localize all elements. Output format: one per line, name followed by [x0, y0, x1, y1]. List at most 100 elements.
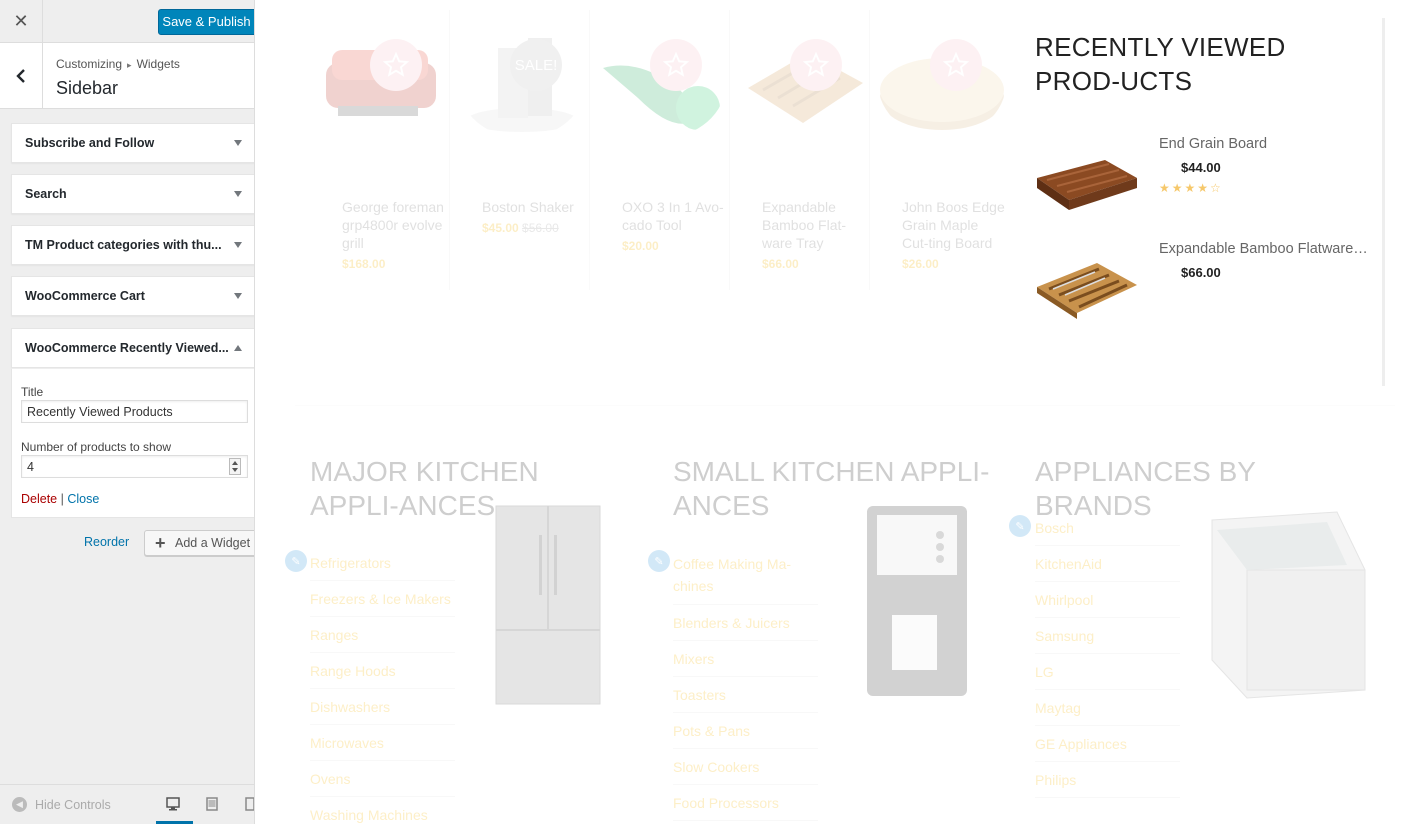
wishlist-star-icon[interactable] [370, 39, 422, 91]
arrow-down-icon[interactable] [234, 140, 242, 146]
category-link[interactable]: Mixers [673, 641, 818, 677]
category-link[interactable]: Refrigerators [310, 545, 455, 581]
number-stepper[interactable] [229, 458, 241, 475]
count-input[interactable] [21, 455, 248, 478]
widget-recently-viewed[interactable]: WooCommerce Recently Viewed... [11, 328, 254, 368]
category-link[interactable]: Microwaves [310, 725, 455, 761]
breadcrumb: Customizing ▸ Widgets [56, 57, 180, 71]
category-link[interactable]: Toasters [673, 677, 818, 713]
category-link[interactable]: LG [1035, 654, 1180, 690]
category-link[interactable]: KitchenAid [1035, 546, 1180, 582]
desktop-icon[interactable] [166, 797, 180, 811]
end-grain-board-image [1037, 160, 1137, 210]
category-link[interactable]: Maytag [1035, 690, 1180, 726]
category-link[interactable]: Slow Cookers [673, 749, 818, 785]
delete-link[interactable]: Delete [21, 492, 57, 506]
widget-title: Search [25, 187, 67, 201]
mobile-icon[interactable] [243, 797, 255, 811]
product-price: $66.00 [762, 257, 799, 271]
rv-product-price: $66.00 [1181, 265, 1221, 280]
wishlist-star-icon[interactable] [790, 39, 842, 91]
product-price: $20.00 [622, 239, 659, 253]
product-price: $168.00 [342, 257, 386, 271]
close-icon[interactable]: ✕ [0, 0, 43, 43]
category-link[interactable]: Blenders & Juicers [673, 605, 818, 641]
product-name[interactable]: OXO 3 In 1 Avo-cado Tool [622, 198, 727, 234]
widget-search[interactable]: Search [11, 174, 254, 214]
arrow-down-icon[interactable] [234, 242, 242, 248]
product-card[interactable]: George foreman grp4800r evolve grill $168… [310, 10, 450, 290]
edit-pencil-icon[interactable]: ✎ [648, 550, 670, 572]
product-name[interactable]: Expandable Bamboo Flat-ware Tray [762, 198, 867, 252]
customizer-sidebar: ✕ Save & Publish Customizing ▸ Widgets Sid… [0, 0, 255, 824]
edit-pencil-icon[interactable]: ✎ [285, 550, 307, 572]
arrow-down-icon[interactable] [234, 293, 242, 299]
tablet-icon[interactable] [205, 797, 219, 811]
widget-title: WooCommerce Cart [25, 289, 145, 303]
hide-controls-label: Hide Controls [35, 797, 111, 812]
category-link[interactable]: Freezers & Ice Makers [310, 581, 455, 617]
product-name[interactable]: Boston Shaker [482, 198, 587, 216]
product-info: Expandable Bamboo Flat-ware Tray $66.00 [762, 198, 867, 273]
title-label: Title [21, 385, 44, 399]
section-header: Customizing ▸ Widgets Sidebar [0, 43, 254, 109]
product-name[interactable]: George foreman grp4800r evolve grill [342, 198, 447, 252]
site-preview: George foreman grp4800r evolve grill $168… [255, 0, 1411, 824]
hide-controls-button[interactable]: ◀ Hide Controls [12, 797, 111, 812]
category-link[interactable]: Range Hoods [310, 653, 455, 689]
product-price: $45.00 $56.00 [482, 219, 587, 237]
add-widget-button[interactable]: + Add a Widget [144, 530, 254, 556]
close-link[interactable]: Close [67, 492, 99, 506]
category-link[interactable]: Washing Machines [310, 797, 455, 824]
category-link[interactable]: Dishwashers [310, 689, 455, 725]
widget-product-categories[interactable]: TM Product categories with thu... [11, 225, 254, 265]
category-link[interactable]: Bosch [1035, 510, 1180, 546]
category-link[interactable]: Coffee Making Ma-chines [673, 545, 818, 605]
plus-icon: + [155, 533, 166, 553]
rv-product-name[interactable]: End Grain Board [1159, 136, 1369, 152]
edit-pencil-icon[interactable]: ✎ [1009, 515, 1031, 537]
scrollbar[interactable] [1382, 18, 1385, 386]
widget-actions: Delete | Close [21, 492, 99, 506]
product-card[interactable]: John Boos Edge Grain Maple Cut-ting Boar… [870, 10, 1010, 290]
category-link[interactable]: Pots & Pans [673, 713, 818, 749]
product-card[interactable]: Expandable Bamboo Flat-ware Tray $66.00 [730, 10, 870, 290]
widget-woocommerce-cart[interactable]: WooCommerce Cart [11, 276, 254, 316]
product-card[interactable]: SALE! Boston Shaker $45.00 $56.00 [450, 10, 590, 290]
coffee-maker-image [867, 506, 967, 696]
product-price: $26.00 [902, 257, 939, 271]
recently-viewed-item[interactable]: Expandable Bamboo Flatware ... $66.00 [1035, 241, 1375, 331]
product-name[interactable]: John Boos Edge Grain Maple Cut-ting Boar… [902, 198, 1007, 252]
category-link[interactable]: Whirlpool [1035, 582, 1180, 618]
recently-viewed-widget: RECENTLY VIEWED PROD-UCTS End Grain Boar… [1021, 18, 1387, 386]
recently-viewed-item[interactable]: End Grain Board $44.00 ★★★★☆ [1035, 136, 1375, 226]
product-card[interactable]: OXO 3 In 1 Avo-cado Tool $20.00 [590, 10, 730, 290]
category-link[interactable]: Ovens [310, 761, 455, 797]
reorder-link[interactable]: Reorder [84, 535, 129, 549]
breadcrumb-arrow-icon: ▸ [127, 60, 132, 70]
refrigerator-image [495, 505, 601, 705]
wishlist-star-icon[interactable] [930, 39, 982, 91]
back-button[interactable] [0, 43, 43, 109]
star-rating-icon: ★★★★☆ [1159, 181, 1223, 195]
collapse-arrow-icon: ◀ [12, 797, 27, 812]
dishwasher-image [1211, 511, 1366, 699]
product-info: Boston Shaker $45.00 $56.00 [482, 198, 587, 237]
arrow-down-icon[interactable] [234, 191, 242, 197]
category-link[interactable]: Samsung [1035, 618, 1180, 654]
product-info: John Boos Edge Grain Maple Cut-ting Boar… [902, 198, 1007, 273]
save-publish-button[interactable]: Save & Publish [158, 9, 254, 35]
category-link[interactable]: Ranges [310, 617, 455, 653]
recently-viewed-title: RECENTLY VIEWED PROD-UCTS [1035, 32, 1286, 96]
category-link[interactable]: Food Processors [673, 785, 818, 821]
category-link[interactable]: Philips [1035, 762, 1180, 798]
arrow-up-icon[interactable] [234, 345, 242, 351]
product-info: George foreman grp4800r evolve grill $168… [342, 198, 447, 273]
widget-subscribe-follow[interactable]: Subscribe and Follow [11, 123, 254, 163]
wishlist-star-icon[interactable] [650, 39, 702, 91]
title-input[interactable] [21, 400, 248, 423]
product-price-current: $45.00 [482, 221, 519, 235]
rv-product-name[interactable]: Expandable Bamboo Flatware ... [1159, 241, 1369, 257]
category-link[interactable]: GE Appliances [1035, 726, 1180, 762]
chevron-left-icon [16, 69, 25, 83]
